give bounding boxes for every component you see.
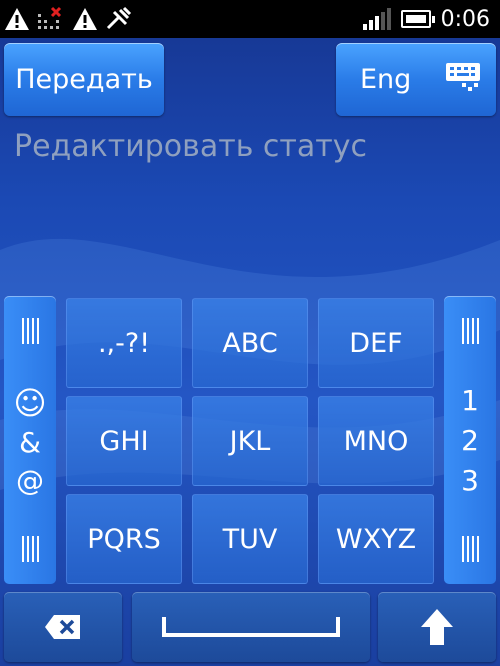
key-def[interactable]: DEF xyxy=(318,298,434,388)
send-button[interactable]: Передать xyxy=(4,43,164,116)
signal-icon xyxy=(362,8,391,30)
key-punctuation[interactable]: .,-?! xyxy=(66,298,182,388)
key-mno[interactable]: MNO xyxy=(318,396,434,486)
usb-debug-icon xyxy=(106,6,132,30)
key-label: JKL xyxy=(229,425,271,457)
key-label: MNO xyxy=(343,425,409,457)
space-icon xyxy=(162,617,340,637)
shift-up-arrow-icon xyxy=(421,609,453,645)
warning-icon xyxy=(5,8,29,30)
key-label: ABC xyxy=(222,327,278,359)
key-label: .,-?! xyxy=(97,327,151,359)
status-bar: 0:06 xyxy=(0,0,500,38)
keyboard-settings-icon xyxy=(446,63,480,91)
send-button-label: Передать xyxy=(15,64,153,95)
number-1-label: 1 xyxy=(461,384,479,417)
language-button[interactable]: Eng xyxy=(336,43,496,116)
number-2-label: 2 xyxy=(461,424,479,457)
smiley-icon: ☺ xyxy=(13,384,47,422)
status-time: 0:06 xyxy=(440,6,490,32)
numbers-panel-button[interactable]: 1 2 3 xyxy=(444,296,496,584)
status-input[interactable] xyxy=(14,124,484,168)
key-abc[interactable]: ABC xyxy=(192,298,308,388)
key-pqrs[interactable]: PQRS xyxy=(66,494,182,584)
key-label: TUV xyxy=(222,523,278,555)
key-wxyz[interactable]: WXYZ xyxy=(318,494,434,584)
key-label: GHI xyxy=(99,425,149,457)
grip-handle-icon xyxy=(444,318,496,346)
language-label: Eng xyxy=(360,64,412,95)
backspace-button[interactable] xyxy=(4,592,122,662)
key-ghi[interactable]: GHI xyxy=(66,396,182,486)
key-label: WXYZ xyxy=(335,523,417,555)
space-button[interactable] xyxy=(132,592,370,662)
at-sign-label: @ xyxy=(16,464,44,497)
grip-handle-icon xyxy=(444,536,496,564)
battery-icon xyxy=(400,10,435,28)
warning-icon xyxy=(73,8,97,30)
symbols-panel-button[interactable]: ☺ & @ xyxy=(4,296,56,584)
shift-button[interactable] xyxy=(378,592,496,662)
key-label: DEF xyxy=(349,327,403,359)
key-tuv[interactable]: TUV xyxy=(192,494,308,584)
data-off-icon xyxy=(38,6,62,29)
number-3-label: 3 xyxy=(461,464,479,497)
grip-handle-icon xyxy=(4,318,56,346)
grip-handle-icon xyxy=(4,536,56,564)
key-label: PQRS xyxy=(87,523,161,555)
backspace-icon xyxy=(45,615,80,639)
key-jkl[interactable]: JKL xyxy=(192,396,308,486)
ampersand-label: & xyxy=(19,426,41,459)
